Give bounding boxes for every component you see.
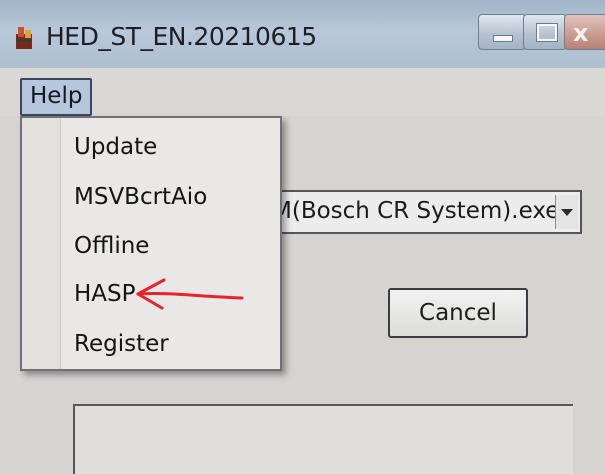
menu-item-update[interactable]: Update: [74, 134, 157, 160]
menu-icon-gutter: [22, 118, 61, 369]
help-dropdown-menu: Update MSVBcrtAio Offline HASP Register: [20, 116, 282, 371]
dropdown-button[interactable]: [555, 195, 578, 229]
window-title: HED_ST_EN.20210615: [46, 22, 317, 51]
minimize-button[interactable]: [478, 14, 526, 50]
menu-help[interactable]: Help: [20, 78, 93, 116]
chevron-down-icon: [561, 209, 573, 216]
title-bar: HED_ST_EN.20210615 x: [0, 0, 605, 68]
menu-item-register[interactable]: Register: [74, 331, 169, 357]
minimize-icon: [493, 35, 513, 42]
output-text-area[interactable]: [73, 404, 573, 474]
maximize-icon: [536, 23, 558, 42]
close-icon: x: [573, 19, 589, 47]
app-icon: [16, 27, 32, 49]
menu-item-hasp[interactable]: HASP: [74, 281, 136, 307]
annotation-arrow-icon: [136, 278, 244, 310]
program-select[interactable]: M(Bosch CR System).exe: [270, 190, 582, 234]
close-button[interactable]: x: [564, 14, 605, 50]
menu-item-offline[interactable]: Offline: [74, 233, 149, 259]
menu-item-msvbcrtaio[interactable]: MSVBcrtAio: [74, 184, 207, 210]
cancel-button[interactable]: Cancel: [388, 288, 528, 338]
program-select-value: M(Bosch CR System).exe: [272, 198, 560, 224]
maximize-button[interactable]: [523, 14, 567, 50]
